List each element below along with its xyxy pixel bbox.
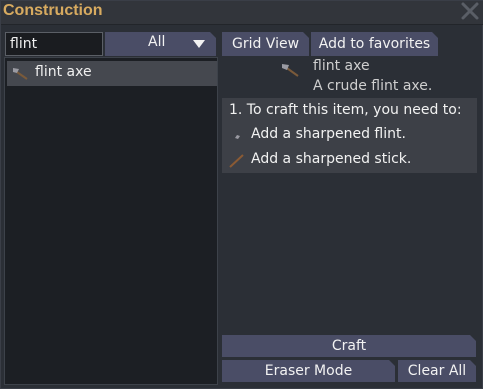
recipe-grid-area [222,173,477,333]
sharpened-stick-icon [228,153,244,169]
close-icon[interactable] [458,0,482,24]
eraser-mode-button[interactable]: Eraser Mode [222,360,395,382]
sharpened-flint-icon [228,128,244,144]
item-name: flint axe [313,58,370,74]
list-item-label: flint axe [35,64,92,80]
requirements-header: 1. To craft this item, you need to: [229,102,462,118]
title-bar[interactable]: Construction [1,1,483,25]
requirement-row[interactable]: Add a sharpened stick. [222,149,477,173]
item-description: A crude flint axe. [313,78,433,94]
requirement-label: Add a sharpened flint. [251,126,406,142]
grid-view-button[interactable]: Grid View [222,32,309,56]
window-title: Construction [3,2,103,19]
add-to-favorites-button[interactable]: Add to favorites [311,32,438,56]
category-selected-value: All [148,34,166,50]
category-dropdown[interactable]: All [105,32,216,56]
construction-window: Construction All flint axe Grid View Add… [0,0,483,389]
chevron-down-icon [193,40,205,48]
flint-axe-icon [12,66,30,80]
requirement-row[interactable]: Add a sharpened flint. [222,124,477,148]
requirement-label: Add a sharpened stick. [251,151,412,167]
clear-all-button[interactable]: Clear All [398,360,476,382]
requirements-panel: 1. To craft this item, you need to: Add … [222,98,477,173]
search-input[interactable] [5,32,103,56]
recipe-list-panel [4,57,218,385]
craft-button[interactable]: Craft [222,335,476,357]
flint-axe-icon [281,62,301,78]
list-item[interactable]: flint axe [7,61,217,86]
